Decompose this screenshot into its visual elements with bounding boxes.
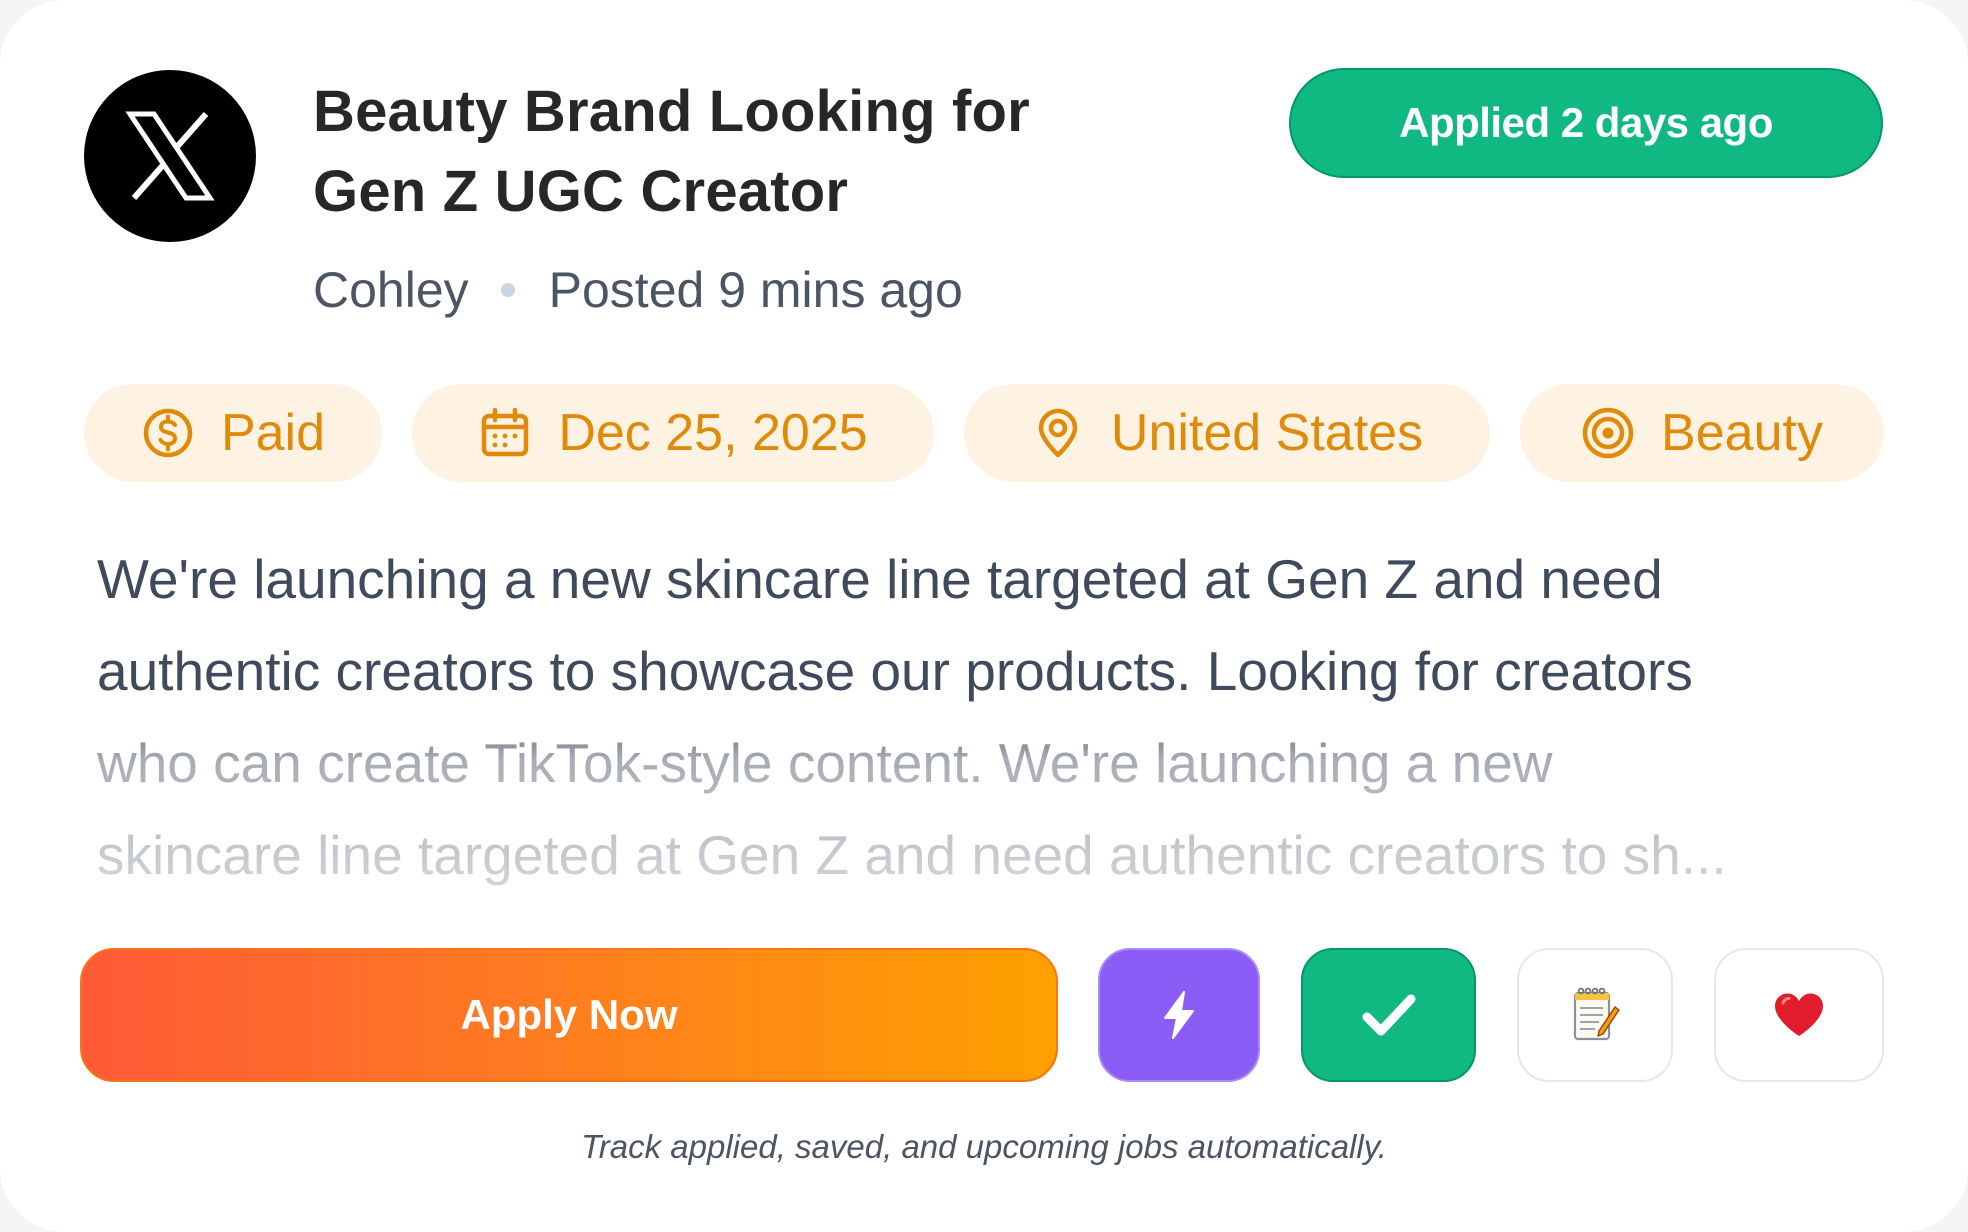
job-title-line1: Beauty Brand Looking for	[313, 79, 1030, 144]
description-line: skincare line targeted at Gen Z and need…	[97, 824, 1727, 886]
chip-paid: Paid	[84, 384, 382, 482]
apply-now-button[interactable]: Apply Now	[80, 948, 1058, 1082]
description-line: We're launching a new skincare line targ…	[97, 548, 1663, 610]
dollar-circle-icon	[141, 406, 195, 460]
chip-category: Beauty	[1520, 384, 1884, 482]
footnote-text: Track applied, saved, and upcoming jobs …	[581, 1128, 1387, 1165]
separator-dot	[500, 283, 515, 297]
company-avatar	[84, 70, 256, 242]
checkmark-icon	[1362, 994, 1415, 1036]
apply-now-label: Apply Now	[460, 991, 678, 1038]
description-line: authentic creators to showcase our produ…	[97, 640, 1693, 702]
notes-button[interactable]	[1517, 948, 1673, 1082]
chip-category-label: Beauty	[1661, 404, 1823, 462]
company-name: Cohley	[313, 262, 469, 318]
boost-button[interactable]	[1098, 948, 1260, 1082]
chip-date: Dec 25, 2025	[412, 384, 934, 482]
job-title: Beauty Brand Looking for Gen Z UGC Creat…	[313, 72, 1113, 232]
favorite-button[interactable]	[1714, 948, 1884, 1082]
job-card: Beauty Brand Looking for Gen Z UGC Creat…	[0, 0, 1968, 1232]
mark-applied-button[interactable]	[1301, 948, 1476, 1082]
chip-location: United States	[964, 384, 1490, 482]
x-logo-icon	[125, 111, 215, 201]
map-pin-icon	[1031, 406, 1085, 460]
chip-paid-label: Paid	[220, 404, 326, 462]
calendar-icon	[478, 406, 532, 460]
description-line: who can create TikTok-style content. We'…	[97, 732, 1553, 794]
job-title-line2: Gen Z UGC Creator	[313, 159, 849, 224]
chip-date-label: Dec 25, 2025	[558, 404, 868, 462]
lightning-bolt-icon	[1164, 991, 1194, 1039]
applied-status-badge: Applied 2 days ago	[1289, 68, 1883, 178]
applied-status-label: Applied 2 days ago	[1399, 99, 1773, 146]
chip-location-label: United States	[1110, 404, 1424, 462]
notepad-icon	[1573, 987, 1620, 1041]
job-meta: Cohley Posted 9 mins ago	[313, 258, 963, 322]
heart-icon	[1775, 993, 1823, 1036]
job-description: We're launching a new skincare line targ…	[97, 533, 1897, 893]
posted-time: Posted 9 mins ago	[548, 262, 963, 318]
target-icon	[1581, 406, 1635, 460]
